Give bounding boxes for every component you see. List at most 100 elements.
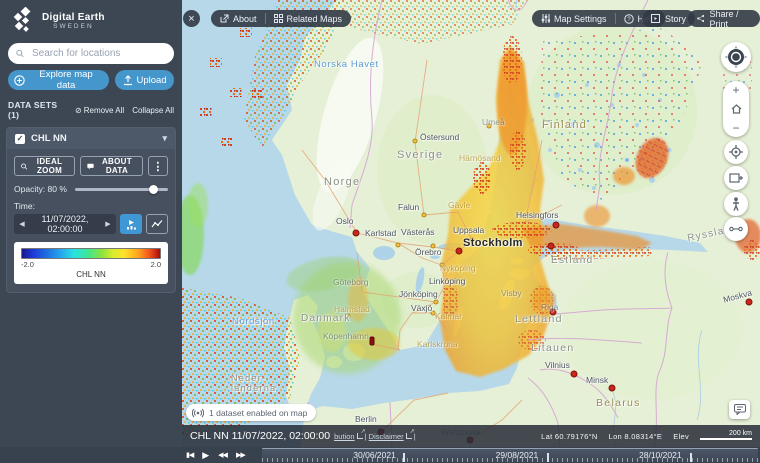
active-dataset-time: CHL NN 11/07/2022, 02:00:00 (190, 430, 330, 442)
colorbar-gradient (21, 248, 161, 259)
city-marker-falun (422, 213, 427, 218)
fast-forward-button[interactable]: ▶▶ (236, 452, 245, 459)
datasets-enabled-pill[interactable]: 1 dataset enabled on map (186, 404, 316, 421)
map-label-kopenhamn: Köpenhamn (323, 332, 369, 341)
skip-to-start-button[interactable]: ▮◀ (186, 452, 193, 459)
zoom-extent-button[interactable] (724, 166, 748, 190)
time-next-button[interactable]: ▶ (100, 220, 116, 228)
legend-min: -2.0 (21, 260, 34, 269)
locate-me-button[interactable] (724, 140, 748, 164)
map-label-nykoping: Nyköping (440, 264, 475, 273)
map-label-belarus: Belarus (596, 398, 641, 410)
zoom-in-button[interactable]: + (732, 84, 739, 96)
map-label-litauen: Litauen (531, 343, 575, 355)
share-print-button[interactable]: Share / Print (688, 10, 760, 27)
legend-max: 2.0 (151, 260, 161, 269)
external-link-icon (357, 433, 363, 439)
time-prev-button[interactable]: ◀ (14, 220, 30, 228)
opacity-slider-thumb[interactable] (149, 185, 158, 194)
city-marker-helsingfors (553, 222, 560, 229)
magnifier-icon (21, 162, 27, 171)
divider (265, 13, 266, 24)
map-label-umea: Umeå (482, 118, 505, 127)
map-label-visby: Visby (501, 289, 522, 298)
dataset-card-header[interactable]: ✓ CHL NN ▾ (7, 128, 175, 149)
feedback-button[interactable] (729, 400, 750, 419)
remove-all-button[interactable]: ⊘Remove All (75, 106, 124, 115)
measure-button[interactable] (724, 217, 748, 241)
feedback-bubble-icon (734, 404, 746, 415)
zoom-control: + − (723, 81, 749, 137)
locate-icon (729, 145, 743, 159)
upload-button[interactable]: Upload (115, 70, 174, 90)
map-settings-button[interactable]: Map Settings (541, 14, 607, 24)
zoom-out-button[interactable]: − (732, 122, 739, 134)
play-button[interactable]: ▶ (202, 451, 209, 460)
opacity-slider[interactable] (75, 185, 168, 194)
map-label-minsk: Minsk (586, 376, 608, 385)
about-data-button[interactable]: ABOUT DATA (80, 156, 143, 176)
dataset-checkbox[interactable]: ✓ (15, 134, 25, 144)
map-label-halmstad: Halmstad (334, 305, 370, 314)
external-link-icon (406, 433, 412, 439)
streetview-pegman-button[interactable] (724, 192, 748, 216)
rewind-button[interactable]: ◀◀ (218, 452, 227, 459)
home-button[interactable] (731, 104, 742, 114)
animate-chart-icon (126, 219, 137, 230)
sidebar: Digital Earth SWEDEN Explore map data Up… (0, 0, 182, 447)
upload-icon (123, 75, 133, 86)
colorbar-legend: -2.0 2.0 CHL NN (14, 242, 168, 284)
related-maps-button[interactable]: Related Maps (274, 14, 343, 24)
app-window: Norska Havet Nordsjön Sverige Norge Finl… (0, 0, 760, 463)
timeline-animate-button[interactable] (120, 214, 142, 234)
divider (615, 13, 616, 24)
chat-bubble-icon (87, 162, 94, 171)
map-label-sverige: Sverige (397, 149, 443, 161)
city-marker-minsk (609, 385, 616, 392)
timeline-major-tick (403, 453, 405, 462)
map-label-berlin: Berlin (355, 415, 377, 424)
map-label-norge: Norge (324, 176, 360, 188)
status-bar: CHL NN 11/07/2022, 02:00:00 bution | Dis… (182, 425, 760, 447)
close-sidebar-button[interactable]: × (183, 10, 200, 27)
timeline-major-tick (690, 453, 692, 462)
share-icon (697, 14, 704, 23)
attribution-link[interactable]: bution (334, 432, 354, 441)
map-label-uppsala: Uppsala (453, 226, 484, 235)
compass-gyro-control[interactable] (721, 42, 751, 72)
timeline-track[interactable]: 30/06/2021 29/08/2021 28/10/2021 (262, 448, 758, 462)
ideal-zoom-button[interactable]: IDEAL ZOOM (14, 156, 75, 176)
playback-controls: ▮◀ ▶ ◀◀ ▶▶ (186, 451, 245, 460)
help-icon: ? (624, 14, 634, 24)
map-label-riga: Riga (541, 303, 558, 312)
map-label-karlskrona: Karlskrona (417, 340, 458, 349)
collapse-all-button[interactable]: Collapse All (132, 106, 174, 115)
city-marker-kopenhamn (370, 337, 375, 346)
map-label-linkoping: Linköping (429, 277, 465, 286)
chart-view-button[interactable] (146, 214, 168, 234)
explore-map-data-button[interactable]: Explore map data (8, 70, 109, 90)
map-label-helsingfors: Helsingfors (516, 211, 559, 220)
map-label-goteborg: Göteborg (333, 278, 368, 287)
map-label-falun: Falun (398, 203, 419, 212)
map-label-harnosand: Härnösand (459, 154, 501, 163)
time-value[interactable]: 11/07/2022, 02:00:00 (30, 214, 100, 234)
timeline-bar: ▮◀ ▶ ◀◀ ▶▶ 30/06/2021 29/08/2021 28/10/2… (0, 447, 760, 463)
chevron-down-icon[interactable]: ▾ (162, 133, 167, 144)
map-label-vaxjo: Växjö (411, 304, 432, 313)
city-marker-tallinn (548, 243, 555, 250)
timeline-major-tick (547, 453, 549, 462)
time-stepper: ◀ 11/07/2022, 02:00:00 ▶ (14, 214, 116, 234)
dataset-menu-button[interactable]: ⋮ (148, 156, 168, 176)
map-label-nordsjon: Nordsjön (232, 317, 275, 327)
map-label-norska-havet: Norska Havet (314, 60, 379, 70)
kebab-icon: ⋮ (152, 160, 163, 173)
sliders-icon (541, 14, 550, 23)
map-area[interactable]: Norska Havet Nordsjön Sverige Norge Finl… (182, 0, 760, 447)
attribution-links: bution | Disclaimer | (334, 432, 416, 441)
external-link-icon (220, 14, 229, 23)
city-marker-jonkoping (434, 300, 439, 305)
about-button[interactable]: About (220, 14, 257, 24)
disclaimer-link[interactable]: Disclaimer (369, 432, 404, 441)
search-input[interactable] (30, 47, 166, 60)
